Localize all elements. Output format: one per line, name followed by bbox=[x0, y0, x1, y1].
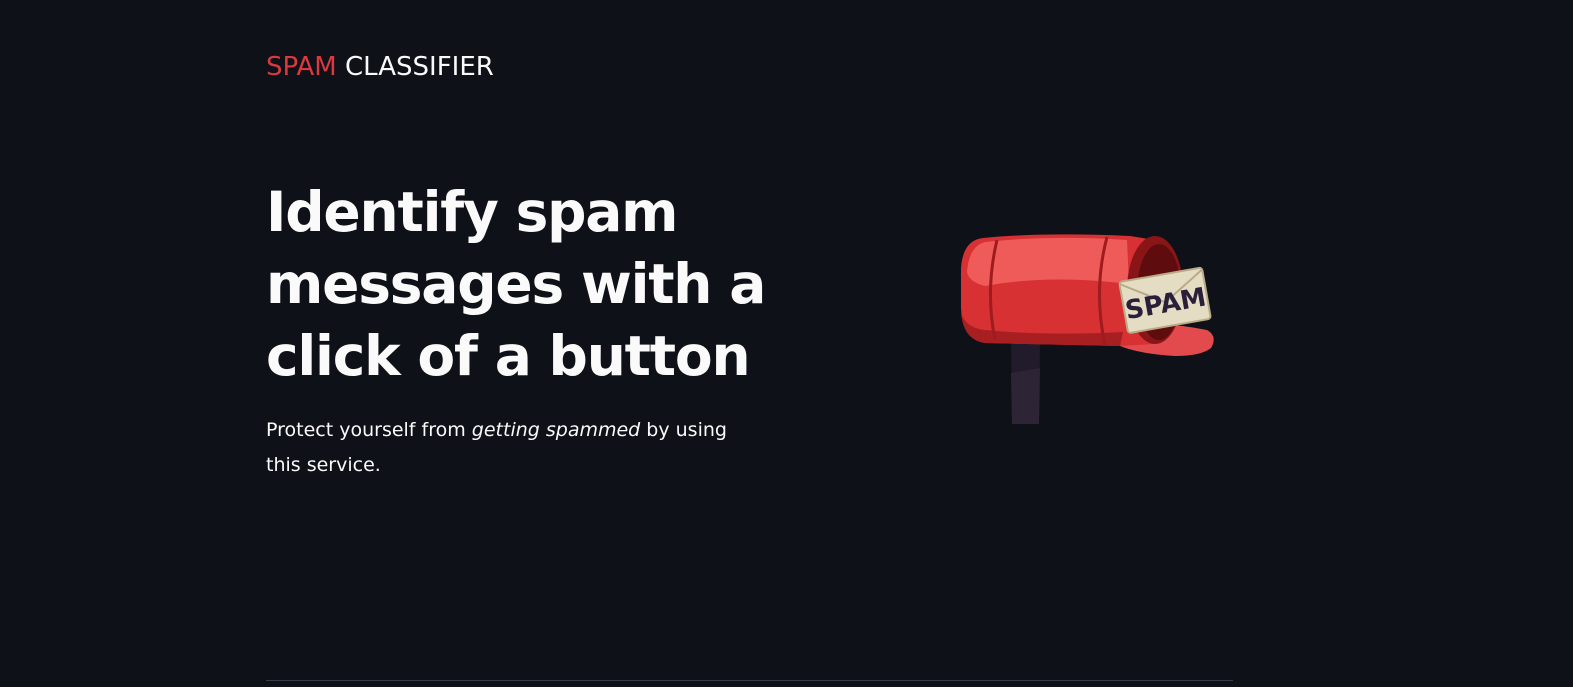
app-logo: SPAM CLASSIFIER bbox=[266, 50, 494, 84]
hero-title: Identify spam messages with a click of a… bbox=[266, 180, 766, 388]
logo-word-spam: SPAM bbox=[266, 52, 337, 82]
hero-subtitle-emphasis: getting spammed bbox=[471, 419, 641, 441]
hero-subtitle: Protect yourself from getting spammed by… bbox=[266, 413, 736, 483]
mailbox-icon: SPAM bbox=[961, 234, 1214, 424]
hero-subtitle-start: Protect yourself from bbox=[266, 419, 472, 441]
section-divider bbox=[266, 680, 1233, 681]
logo-word-classifier: CLASSIFIER bbox=[345, 52, 494, 82]
mailbox-illustration: SPAM bbox=[955, 228, 1225, 433]
